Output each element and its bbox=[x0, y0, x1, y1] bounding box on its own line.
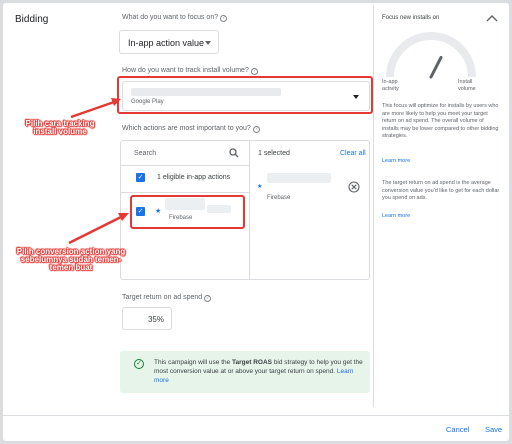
selected-action-source: Firebase bbox=[267, 195, 291, 201]
select-all-checkbox[interactable]: ✓ bbox=[136, 173, 145, 182]
star-icon: ★ bbox=[257, 184, 263, 190]
focus-info-card: Focus new installs on In-app activity Ins… bbox=[373, 5, 509, 407]
focus-select-value: In-app action value bbox=[128, 38, 205, 48]
target-roas-label: Target return on ad spend bbox=[122, 294, 203, 301]
gauge-needle bbox=[429, 55, 443, 79]
focus-question: What do you want to focus on?? bbox=[122, 14, 228, 22]
redacted-selected-action bbox=[267, 173, 331, 183]
divider bbox=[249, 141, 250, 279]
chevron-up-icon[interactable] bbox=[486, 14, 498, 22]
gauge-right-label: Install volume bbox=[458, 79, 476, 92]
highlight-box-conversion-action bbox=[130, 195, 245, 229]
help-icon[interactable]: ? bbox=[252, 126, 260, 133]
dropdown-caret-icon bbox=[205, 41, 211, 45]
highlight-box-install-volume bbox=[117, 76, 373, 114]
footer-divider bbox=[3, 415, 509, 416]
gauge-left-label: In-app activity bbox=[382, 79, 399, 92]
strategy-info-text: This campaign will use the Target ROAS b… bbox=[154, 359, 363, 384]
bidding-panel: Bidding What do you want to focus on?? I… bbox=[2, 2, 510, 442]
learn-more-link[interactable]: Learn more bbox=[382, 158, 410, 164]
target-roas-question: Target return on ad spend? bbox=[122, 294, 212, 302]
annotation-arrow-icon bbox=[68, 213, 129, 245]
annotation-install-volume: Pilih cara tracking install volume bbox=[25, 119, 95, 136]
actions-question: Which actions are most important to you?… bbox=[122, 125, 260, 133]
search-input[interactable]: Search bbox=[134, 150, 156, 157]
strategy-info-box: ✓ This campaign will use the Target ROAS… bbox=[120, 351, 370, 393]
focus-question-label: What do you want to focus on? bbox=[122, 14, 219, 21]
target-roas-input[interactable]: 35% bbox=[122, 307, 172, 330]
remove-icon[interactable] bbox=[348, 181, 360, 193]
search-icon[interactable] bbox=[229, 148, 239, 158]
learn-more-link[interactable]: Learn more bbox=[382, 213, 410, 219]
help-icon[interactable]: ? bbox=[220, 15, 228, 22]
target-roas-description: The target return on ad spend is the ave… bbox=[382, 180, 500, 201]
divider bbox=[121, 165, 249, 166]
section-title: Bidding bbox=[15, 14, 49, 25]
focus-select[interactable]: In-app action value bbox=[119, 30, 219, 54]
focus-gauge bbox=[386, 32, 476, 79]
strategy-name: Target ROAS bbox=[232, 359, 273, 366]
help-icon[interactable]: ? bbox=[250, 68, 258, 75]
selected-count: 1 selected bbox=[258, 150, 290, 157]
cancel-button[interactable]: Cancel bbox=[446, 425, 469, 434]
focus-card-title: Focus new installs on bbox=[382, 15, 440, 21]
actions-question-label: Which actions are most important to you? bbox=[122, 125, 251, 132]
check-circle-icon: ✓ bbox=[134, 359, 144, 369]
annotation-conversion-action: Pilih conversion action yang sebelumnya … bbox=[16, 247, 126, 272]
divider bbox=[121, 192, 249, 193]
clear-all-link[interactable]: Clear all bbox=[340, 150, 366, 157]
install-volume-question-label: How do you want to track install volume? bbox=[122, 67, 249, 74]
install-volume-question: How do you want to track install volume?… bbox=[122, 67, 258, 75]
save-button[interactable]: Save bbox=[485, 425, 502, 434]
help-icon[interactable]: ? bbox=[204, 295, 212, 302]
focus-description: This focus will optimize for installs by… bbox=[382, 103, 499, 139]
eligible-actions-label: 1 eligible in-app actions bbox=[157, 174, 231, 181]
